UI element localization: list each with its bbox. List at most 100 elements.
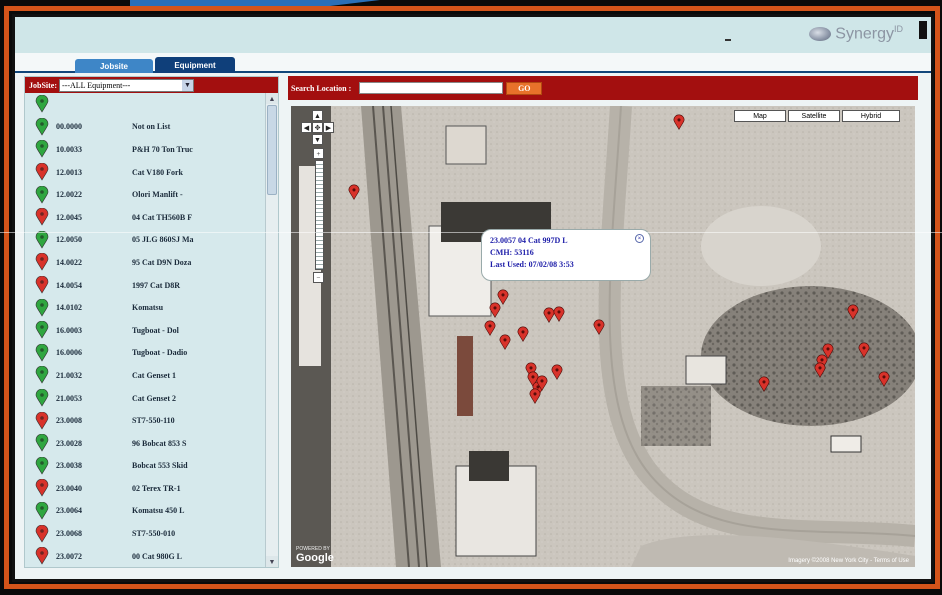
green-pin-icon [35, 185, 49, 204]
equipment-name: Tugboat - Dadio [132, 348, 188, 358]
equipment-name: Not on List [132, 122, 171, 132]
synergy-logo-icon [809, 27, 832, 41]
map-marker-icon[interactable] [499, 334, 511, 351]
app-header: SynergyID [15, 17, 931, 53]
green-pin-icon [35, 434, 49, 452]
equipment-list-item[interactable]: 14.0022 95 Cat D9N Doza [25, 251, 266, 274]
screen-glare-line [0, 232, 942, 233]
equipment-id: 23.0064 [56, 506, 82, 516]
equipment-list-item[interactable]: 21.0032 Cat Genset 1 [25, 364, 266, 387]
header-mark [725, 39, 731, 41]
equipment-list-item[interactable]: 23.0038 Bobcat 553 Skid [25, 455, 266, 478]
equipment-list-item[interactable]: 14.0054 1997 Cat D8R [25, 274, 266, 297]
chevron-down-icon: ▼ [182, 79, 193, 91]
pan-left-icon[interactable]: ◀ [301, 122, 312, 133]
red-pin-icon [35, 276, 49, 294]
search-location-input[interactable] [359, 82, 504, 94]
map-marker-icon[interactable] [847, 304, 859, 321]
equipment-list-item[interactable]: 16.0003 Tugboat - Dol [25, 319, 266, 342]
red-pin-icon [35, 547, 49, 565]
equipment-name: 04 Cat TH560B F [132, 212, 193, 222]
map-marker-icon[interactable] [348, 184, 360, 201]
scroll-down-icon[interactable]: ▼ [266, 556, 278, 567]
green-pin-icon [35, 366, 49, 385]
pan-down-icon[interactable]: ▼ [312, 134, 323, 145]
green-pin-icon [35, 230, 49, 249]
map-marker-icon[interactable] [593, 319, 605, 336]
map-marker-icon[interactable] [553, 306, 565, 323]
info-cmh: CMH: 53116 [490, 248, 534, 257]
map-marker-icon[interactable] [489, 302, 501, 319]
green-pin-icon [35, 298, 49, 317]
equipment-list-item[interactable]: 12.0045 04 Cat TH560B F [25, 206, 266, 229]
green-pin-icon [35, 321, 49, 339]
equipment-list-scrollbar[interactable]: ▲ ▼ [265, 93, 278, 567]
zoom-slider[interactable] [315, 160, 324, 270]
satellite-map[interactable]: Map Satellite Hybrid ▲ ◀ ✥ ▶ ▼ + − × 23.… [291, 106, 915, 567]
app-window: SynergyID Jobsite Equipment JobSite: ---… [12, 14, 934, 582]
equipment-list-item[interactable]: 23.0072 00 Cat 980G L [25, 545, 266, 567]
equipment-id: 23.0068 [56, 529, 82, 539]
green-pin-icon [35, 117, 49, 136]
equipment-name: 00 Cat 980G L [132, 551, 182, 561]
equipment-id: 12.0013 [56, 167, 82, 177]
pan-up-icon[interactable]: ▲ [312, 110, 323, 121]
info-equipment-title: 23.0057 04 Cat 997D L [490, 236, 568, 245]
scroll-up-icon[interactable]: ▲ [266, 93, 278, 104]
equipment-name: 05 JLG 860SJ Ma [132, 235, 194, 245]
equipment-name: ST7-550-110 [132, 416, 175, 426]
map-marker-icon[interactable] [529, 388, 541, 405]
equipment-name: Olori Manlift - [132, 190, 183, 200]
scroll-thumb[interactable] [267, 105, 277, 195]
map-marker-icon[interactable] [673, 114, 685, 131]
equipment-id: 23.0008 [56, 416, 82, 426]
equipment-list-item[interactable]: 16.0006 Tugboat - Dadio [25, 342, 266, 365]
tab-equipment[interactable]: Equipment [155, 57, 235, 73]
equipment-list-item[interactable]: 12.0013 Cat V180 Fork [25, 161, 266, 184]
go-button[interactable]: GO [506, 81, 543, 95]
equipment-list-item[interactable]: 23.0068 ST7-550-010 [25, 522, 266, 545]
zoom-in-icon[interactable]: + [313, 148, 324, 159]
map-marker-icon[interactable] [822, 343, 834, 360]
equipment-id: 21.0053 [56, 393, 82, 403]
green-pin-icon [35, 343, 49, 362]
equipment-panel: JobSite: ---ALL Equipment--- ▼ 00.0000 No… [24, 76, 279, 568]
green-pin-icon [35, 95, 49, 113]
equipment-list-item[interactable]: 23.0040 02 Terex TR-1 [25, 477, 266, 500]
equipment-id: 12.0022 [56, 190, 82, 200]
equipment-list-item[interactable]: 23.0028 96 Bobcat 853 S [25, 432, 266, 455]
equipment-list-item[interactable] [25, 93, 266, 116]
equipment-id: 16.0006 [56, 348, 82, 358]
equipment-list-item[interactable]: 14.0102 Komatsu [25, 296, 266, 319]
map-marker-icon[interactable] [878, 371, 890, 388]
map-marker-icon[interactable] [814, 362, 826, 379]
equipment-list-item[interactable]: 23.0064 Komatsu 450 L [25, 500, 266, 523]
map-view-button[interactable]: Map [734, 110, 786, 122]
equipment-list-item[interactable]: 12.0022 Olori Manlift - [25, 183, 266, 206]
equipment-id: 00.0000 [56, 122, 82, 132]
close-icon[interactable]: × [635, 234, 644, 243]
red-pin-icon [35, 411, 49, 430]
red-pin-icon [35, 208, 49, 226]
pan-right-icon[interactable]: ▶ [323, 122, 334, 133]
map-marker-icon[interactable] [551, 364, 563, 381]
equipment-list-item[interactable]: 21.0053 Cat Genset 2 [25, 387, 266, 410]
equipment-list-item[interactable]: 23.0008 ST7-550-110 [25, 409, 266, 432]
equipment-list-item[interactable]: 00.0000 Not on List [25, 116, 266, 139]
tab-jobsite[interactable]: Jobsite [75, 59, 153, 73]
equipment-list-item[interactable]: 10.0033 P&H 70 Ton Truc [25, 138, 266, 161]
brand-name: SynergyID [835, 24, 903, 43]
map-marker-icon[interactable] [758, 376, 770, 393]
info-last-used: Last Used: 07/02/08 3:53 [490, 260, 574, 269]
map-marker-icon[interactable] [484, 320, 496, 337]
equipment-name: Komatsu [132, 303, 164, 313]
map-marker-icon[interactable] [858, 342, 870, 359]
zoom-out-icon[interactable]: − [313, 272, 324, 283]
equipment-id: 14.0054 [56, 280, 82, 290]
jobsite-select[interactable]: ---ALL Equipment--- ▼ [59, 78, 194, 92]
map-marker-icon[interactable] [517, 326, 529, 343]
hybrid-view-button[interactable]: Hybrid [842, 110, 900, 122]
satellite-view-button[interactable]: Satellite [788, 110, 840, 122]
pan-center-icon[interactable]: ✥ [312, 122, 323, 133]
equipment-id: 23.0072 [56, 551, 82, 561]
